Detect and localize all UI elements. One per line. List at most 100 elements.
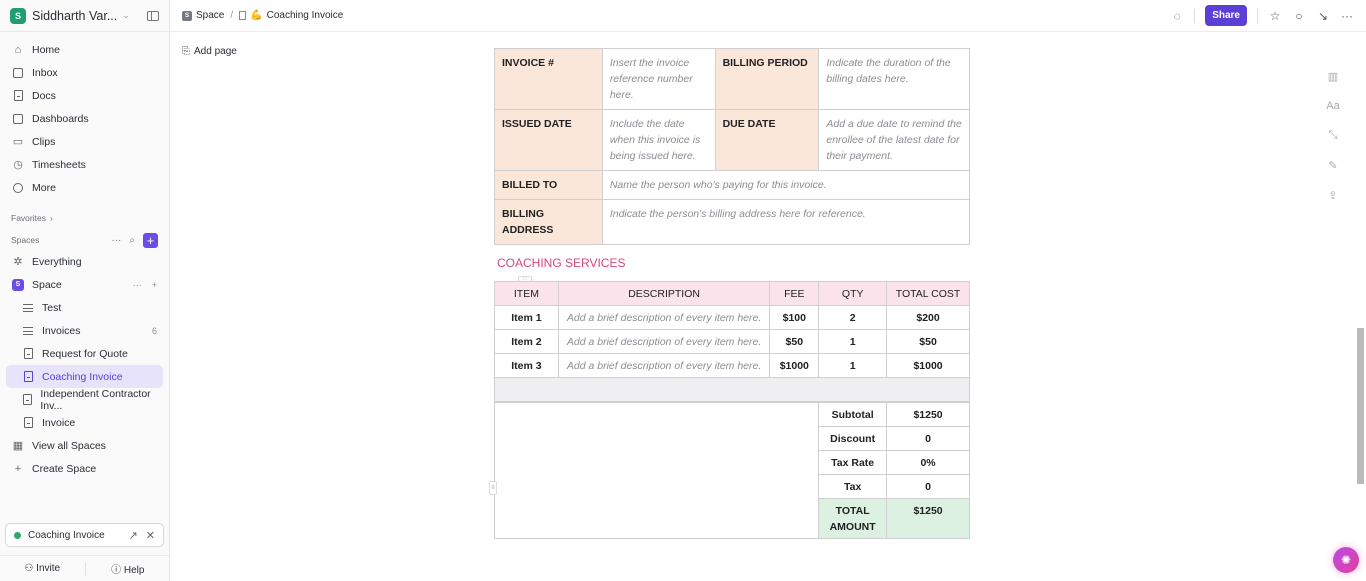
empty-cell[interactable] — [493, 402, 820, 539]
nav-item-timesheets[interactable]: ◷ Timesheets — [0, 153, 169, 176]
total-cost-cell[interactable]: $50 — [886, 329, 970, 354]
scrollbar-thumb[interactable] — [1357, 328, 1364, 484]
fee-cell[interactable]: $100 — [769, 305, 820, 330]
user-plus-icon: ⚇ — [24, 563, 37, 574]
table-row: INVOICE # Insert the invoice reference n… — [494, 48, 970, 110]
item-cell[interactable]: Item 1 — [494, 305, 559, 330]
nav-item-dashboards[interactable]: Dashboards — [0, 107, 169, 130]
collapse-arrow-icon[interactable]: ↘ — [1316, 9, 1330, 23]
search-icon[interactable]: ⌕ — [129, 235, 135, 246]
add-page-label: Add page — [194, 46, 237, 57]
typography-icon[interactable]: Aa — [1326, 100, 1339, 112]
row-drag-handle[interactable]: ≡ — [489, 481, 497, 495]
due-date-cell[interactable]: Add a due date to remind the enrollee of… — [818, 109, 970, 171]
resize-arrows-icon[interactable]: ⤡ — [1329, 129, 1338, 142]
column-header: TOTAL COST — [886, 281, 970, 306]
help-button[interactable]: ⓘ Help — [86, 561, 171, 576]
nav-label: Timesheets — [32, 158, 86, 171]
nav-label: Dashboards — [32, 112, 89, 125]
nav-item-more[interactable]: More — [0, 176, 169, 199]
fee-cell[interactable]: $50 — [769, 329, 820, 354]
expand-arrow-icon[interactable]: ↗ — [129, 529, 138, 542]
sidebar-item-independent-contractor-invoice[interactable]: Independent Contractor Inv... — [0, 388, 169, 412]
nav-item-everything[interactable]: ✲ Everything — [0, 250, 169, 273]
tax-label: Tax — [818, 474, 888, 499]
item-cell[interactable]: Item 2 — [494, 329, 559, 354]
magic-wand-icon[interactable]: ✎ — [1328, 159, 1337, 172]
issued-date-cell[interactable]: Include the date when this invoice is be… — [601, 109, 716, 171]
item-cell[interactable]: Item 3 — [494, 353, 559, 378]
more-icon — [12, 182, 24, 194]
nav-item-clips[interactable]: ▭ Clips — [0, 130, 169, 153]
tax-value[interactable]: 0 — [886, 474, 970, 499]
total-amount-label: TOTAL AMOUNT — [818, 498, 888, 539]
fee-cell[interactable]: $1000 — [769, 353, 820, 378]
invite-button[interactable]: ⚇ Invite — [0, 563, 85, 574]
billed-to-cell[interactable]: Name the person who's paying for this in… — [601, 170, 971, 200]
topbar-actions: ◌ Share ☆ ○ ↘ ··· — [1170, 5, 1354, 26]
subtotal-value[interactable]: $1250 — [886, 402, 970, 427]
billing-address-cell[interactable]: Indicate the person's billing address he… — [601, 199, 971, 245]
nav-item-inbox[interactable]: Inbox — [0, 61, 169, 84]
item-count: 6 — [151, 325, 157, 336]
total-cost-cell[interactable]: $200 — [886, 305, 970, 330]
create-space[interactable]: + Create Space — [0, 457, 169, 480]
doc-icon — [239, 11, 247, 20]
sidebar-item-invoices[interactable]: Invoices 6 — [0, 319, 169, 342]
plus-icon[interactable]: + — [152, 280, 157, 290]
plus-icon: + — [14, 462, 22, 475]
share-button[interactable]: Share — [1205, 5, 1247, 26]
sidebar-item-coaching-invoice[interactable]: Coaching Invoice — [6, 365, 163, 388]
discount-value[interactable]: 0 — [886, 426, 970, 451]
space-avatar: S — [182, 10, 192, 21]
column-header: FEE — [769, 281, 820, 306]
sidebar-item-test[interactable]: Test — [0, 296, 169, 319]
sidebar-item-invoice[interactable]: Invoice — [0, 411, 169, 434]
ai-brain-icon[interactable]: ✺ — [1333, 547, 1359, 573]
total-cost-cell[interactable]: $1000 — [886, 353, 970, 378]
qty-cell[interactable]: 1 — [818, 353, 888, 378]
table-row: Item 3 Add a brief description of every … — [494, 353, 970, 378]
more-options-icon[interactable]: ··· — [1340, 9, 1354, 23]
tax-rate-value[interactable]: 0% — [886, 450, 970, 475]
nav-label: Invoice — [42, 416, 76, 429]
billing-period-cell[interactable]: Indicate the duration of the billing dat… — [818, 48, 970, 110]
subtotal-label: Subtotal — [818, 402, 888, 427]
add-space-button[interactable]: + — [143, 232, 158, 248]
more-options-icon[interactable]: ··· — [111, 235, 121, 246]
description-cell[interactable]: Add a brief description of every item he… — [557, 305, 771, 330]
star-icon[interactable]: ☆ — [1268, 9, 1282, 23]
upload-share-icon[interactable]: ⇪ — [1328, 189, 1337, 202]
nav-item-docs[interactable]: Docs — [0, 84, 169, 107]
more-options-icon[interactable]: ··· — [133, 280, 142, 290]
comment-icon[interactable]: ○ — [1292, 9, 1306, 23]
workspace-header[interactable]: S Siddharth Var... ⌄ — [0, 0, 169, 32]
add-page-button[interactable]: ⎘ Add page — [182, 46, 237, 57]
close-icon[interactable]: ✕ — [146, 529, 155, 542]
space-label: Space — [32, 278, 62, 291]
total-amount-value[interactable]: $1250 — [886, 498, 970, 539]
breadcrumb-space[interactable]: Space — [196, 10, 224, 21]
nav-item-home[interactable]: ⌂ Home — [0, 38, 169, 61]
view-all-spaces[interactable]: ▦ View all Spaces — [0, 434, 169, 457]
description-cell[interactable]: Add a brief description of every item he… — [557, 329, 771, 354]
description-cell[interactable]: Add a brief description of every item he… — [557, 353, 771, 378]
qty-cell[interactable]: 2 — [818, 305, 888, 330]
favorites-header[interactable]: Favorites › — [0, 208, 169, 228]
list-icon — [22, 325, 34, 337]
invite-label: Invite — [36, 563, 61, 574]
spacer-row — [494, 377, 970, 402]
sidebar-item-request-for-quote[interactable]: Request for Quote — [0, 342, 169, 365]
open-doc-tab[interactable]: Coaching Invoice ↗ ✕ — [5, 523, 164, 547]
space-item[interactable]: S Space ··· + — [0, 273, 169, 296]
breadcrumb-page[interactable]: Coaching Invoice — [267, 10, 344, 21]
sidebar-panel-icon[interactable]: ▥ — [1328, 70, 1338, 83]
sidebar-collapse-icon[interactable] — [147, 10, 159, 21]
ai-assistant-icon[interactable]: ◌ — [1170, 9, 1184, 23]
workspace-name[interactable]: Siddharth Var... — [32, 9, 117, 23]
qty-cell[interactable]: 1 — [818, 329, 888, 354]
main-nav: ⌂ Home Inbox Docs Dashboards ▭ Clips ◷ Time… — [0, 32, 169, 199]
table-row: Subtotal $1250 — [493, 402, 970, 539]
nav-label: Coaching Invoice — [42, 370, 123, 383]
invoice-number-cell[interactable]: Insert the invoice reference number here… — [601, 48, 716, 110]
